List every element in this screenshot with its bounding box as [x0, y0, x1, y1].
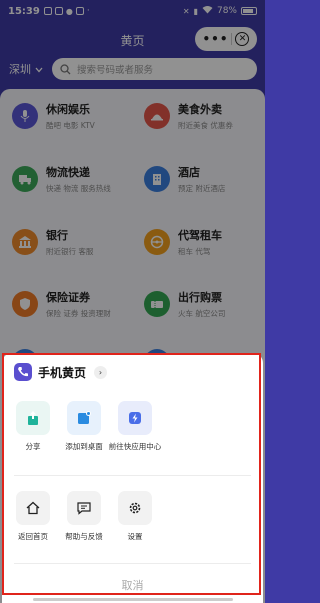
phone-app-icon	[14, 363, 32, 381]
cancel-button[interactable]: 取消	[2, 577, 263, 593]
help-feedback-button[interactable]: 帮助与反馈	[57, 491, 111, 542]
home-icon	[16, 491, 50, 525]
share-button[interactable]: 分享	[6, 401, 60, 452]
action-sheet: 手机黄页 › 分享 添加到桌面 前往快应用中心 返回首页 帮助与反馈 设置 取消	[2, 353, 263, 603]
add-to-desktop-icon	[67, 401, 101, 435]
home-button[interactable]: 返回首页	[6, 491, 60, 542]
sheet-divider	[14, 563, 251, 564]
sheet-header: 手机黄页 ›	[14, 363, 108, 381]
settings-button[interactable]: 设置	[108, 491, 162, 542]
chevron-right-icon: ›	[98, 367, 103, 377]
sheet-divider	[14, 475, 251, 476]
action-label: 前往快应用中心	[108, 442, 162, 451]
feedback-icon	[67, 491, 101, 525]
share-icon	[16, 401, 50, 435]
quickapp-icon	[118, 401, 152, 435]
action-label: 返回首页	[18, 532, 48, 541]
sheet-app-name: 手机黄页	[38, 365, 87, 380]
action-label: 设置	[127, 532, 143, 541]
gear-icon	[118, 491, 152, 525]
action-label: 帮助与反馈	[65, 532, 103, 541]
quickapp-center-button[interactable]: 前往快应用中心	[108, 401, 162, 452]
app-detail-button[interactable]: ›	[94, 365, 108, 379]
action-label: 添加到桌面	[65, 442, 103, 451]
add-to-desktop-button[interactable]: 添加到桌面	[57, 401, 111, 452]
home-indicator	[33, 598, 233, 601]
action-label: 分享	[25, 442, 41, 451]
